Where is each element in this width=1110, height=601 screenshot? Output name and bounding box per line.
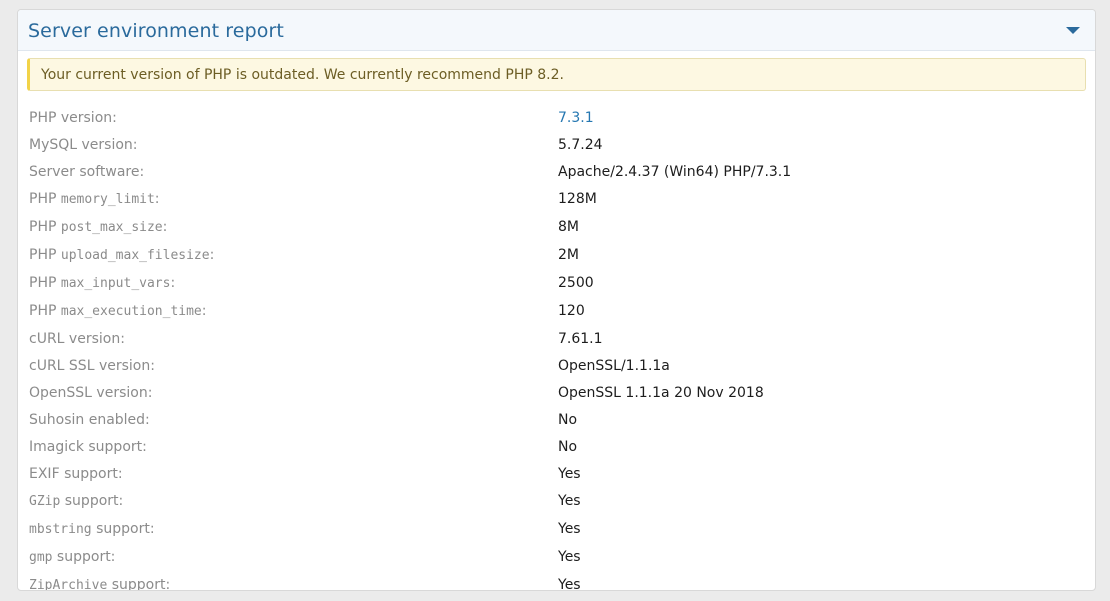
row-label: mbstring support: [29, 519, 155, 540]
row-label: PHP memory_limit: [29, 189, 160, 210]
row-label: OpenSSL version: [29, 383, 152, 404]
row-label: ZipArchive support: [29, 575, 171, 591]
row-label-prefix: cURL SSL version: [29, 358, 155, 374]
row-label-suffix: : [162, 219, 168, 235]
row-label: PHP upload_max_filesize: [29, 245, 214, 266]
row-label-suffix: : [209, 247, 215, 263]
row-label: Suhosin enabled: [29, 410, 150, 431]
table-row: PHP post_max_size: 8M [18, 217, 1095, 239]
row-label-suffix: : [170, 275, 176, 291]
table-row: PHP max_input_vars: 2500 [18, 273, 1095, 295]
row-label-prefix: OpenSSL version: [29, 385, 153, 401]
table-row: OpenSSL version: OpenSSL 1.1.1a 20 Nov 20… [18, 383, 1095, 405]
row-label-prefix: PHP [29, 219, 61, 235]
php-outdated-notice: Your current version of PHP is outdated.… [27, 58, 1086, 91]
row-label-suffix: support: [52, 549, 116, 565]
row-value: Apache/2.4.37 (Win64) PHP/7.3.1 [558, 164, 792, 180]
row-value: Yes [558, 549, 581, 565]
php-version-link[interactable]: 7.3.1 [558, 108, 594, 128]
row-label: Imagick support: [29, 437, 147, 458]
row-label-suffix: : [201, 303, 207, 319]
row-label-suffix: support: [107, 577, 171, 591]
row-label-code: ZipArchive [29, 578, 108, 591]
row-label-prefix: PHP [29, 247, 61, 263]
row-label-prefix: Server software: [29, 164, 145, 180]
row-label-prefix: PHP [29, 275, 61, 291]
row-label: Server software: [29, 162, 144, 183]
table-row: Imagick support: No [18, 437, 1095, 459]
table-row: mbstring support: Yes [18, 519, 1095, 541]
row-label-code: max_execution_time [60, 304, 202, 319]
table-row: EXIF support: Yes [18, 464, 1095, 486]
row-value: Yes [558, 521, 581, 537]
row-value: 5.7.24 [558, 137, 603, 153]
server-environment-panel: Server environment report Your current v… [17, 9, 1096, 591]
row-label-prefix: EXIF support: [29, 466, 123, 482]
triangle-down-icon[interactable] [1063, 23, 1083, 39]
row-label-suffix: : [154, 191, 160, 207]
row-label: cURL version: [29, 329, 125, 350]
row-label-prefix: PHP [29, 303, 61, 319]
notice-text: Your current version of PHP is outdated.… [41, 67, 564, 83]
row-label-code: upload_max_filesize [60, 248, 210, 263]
row-label-prefix: PHP [29, 191, 61, 207]
row-value: 128M [558, 191, 597, 207]
table-row: gmp support: Yes [18, 547, 1095, 569]
row-value: OpenSSL/1.1.1a [558, 358, 670, 374]
table-row: Server software: Apache/2.4.37 (Win64) PH… [18, 162, 1095, 184]
row-value: Yes [558, 577, 581, 591]
row-value: 120 [558, 303, 585, 319]
row-label: PHP post_max_size: [29, 217, 167, 238]
row-label-prefix: cURL version: [29, 331, 125, 347]
row-label: MySQL version: [29, 135, 138, 156]
row-label: PHP max_input_vars: [29, 273, 175, 294]
row-label: GZip support: [29, 491, 123, 512]
row-value: 2500 [558, 275, 594, 291]
row-label-prefix: Imagick support: [29, 439, 147, 455]
row-value: No [558, 412, 578, 428]
table-row: cURL version: 7.61.1 [18, 329, 1095, 351]
row-label-prefix: MySQL version: [29, 137, 138, 153]
panel-title: Server environment report [28, 20, 284, 42]
row-value: 8M [558, 219, 579, 235]
row-label-code: gmp [29, 550, 53, 565]
row-label-code: mbstring [29, 522, 92, 537]
table-row: PHP memory_limit: 128M [18, 189, 1095, 211]
table-row: GZip support: Yes [18, 491, 1095, 513]
table-row: PHP upload_max_filesize: 2M [18, 245, 1095, 267]
row-label-prefix: Suhosin enabled: [29, 412, 150, 428]
row-value: 2M [558, 247, 579, 263]
row-label-suffix: support: [60, 493, 124, 509]
table-row: Suhosin enabled: No [18, 410, 1095, 432]
row-label-code: memory_limit [60, 192, 155, 207]
row-label-prefix: PHP version: [29, 110, 117, 126]
row-label-code: GZip [29, 494, 61, 509]
row-value: Yes [558, 493, 581, 509]
row-label: PHP version: [29, 108, 117, 129]
row-label: gmp support: [29, 547, 115, 568]
panel-header[interactable]: Server environment report [18, 10, 1095, 51]
row-label: PHP max_execution_time: [29, 301, 206, 322]
row-value: 7.61.1 [558, 331, 603, 347]
row-label-suffix: support: [91, 521, 155, 537]
table-row: PHP version: 7.3.1 [18, 108, 1095, 130]
table-row: PHP max_execution_time: 120 [18, 301, 1095, 323]
row-label-code: post_max_size [60, 220, 163, 235]
table-row: MySQL version: 5.7.24 [18, 135, 1095, 157]
row-value: Yes [558, 466, 581, 482]
table-row: ZipArchive support: Yes [18, 575, 1095, 591]
row-label: cURL SSL version: [29, 356, 155, 377]
row-label: EXIF support: [29, 464, 123, 485]
row-value: No [558, 439, 578, 455]
table-row: cURL SSL version: OpenSSL/1.1.1a [18, 356, 1095, 378]
row-value: OpenSSL 1.1.1a 20 Nov 2018 [558, 385, 764, 401]
row-label-code: max_input_vars [60, 276, 171, 291]
